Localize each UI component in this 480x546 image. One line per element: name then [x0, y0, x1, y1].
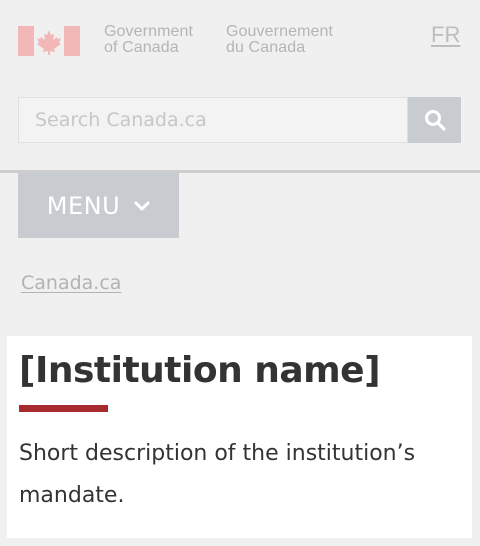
chevron-down-icon: [134, 201, 150, 210]
page-title: [Institution name]: [19, 350, 381, 391]
search-form: [18, 97, 461, 143]
gov-en-line1: Government: [104, 23, 194, 40]
canada-flag-icon: [18, 26, 80, 56]
menu-button[interactable]: MENU: [18, 173, 179, 238]
gov-fr-line1: Gouvernement: [226, 23, 334, 40]
site-header: Government of Canada Gouvernement du Can…: [0, 0, 480, 70]
language-toggle-link[interactable]: FR: [431, 22, 460, 48]
title-underline-accent: [19, 405, 108, 412]
main-content: [Institution name] Short description of …: [7, 336, 472, 538]
menu-label: MENU: [46, 191, 121, 220]
gov-en-line2: of Canada: [104, 39, 179, 56]
gov-fr-line2: du Canada: [226, 39, 306, 56]
search-icon: [424, 110, 446, 131]
institution-description: Short description of the institution’s m…: [19, 441, 416, 508]
search-input[interactable]: [18, 97, 408, 143]
government-of-canada-wordmark-fr: Gouvernement du Canada: [226, 24, 333, 56]
search-button[interactable]: [408, 97, 461, 143]
breadcrumb-link-canada[interactable]: Canada.ca: [21, 272, 121, 294]
government-of-canada-wordmark-en: Government of Canada: [104, 24, 193, 56]
